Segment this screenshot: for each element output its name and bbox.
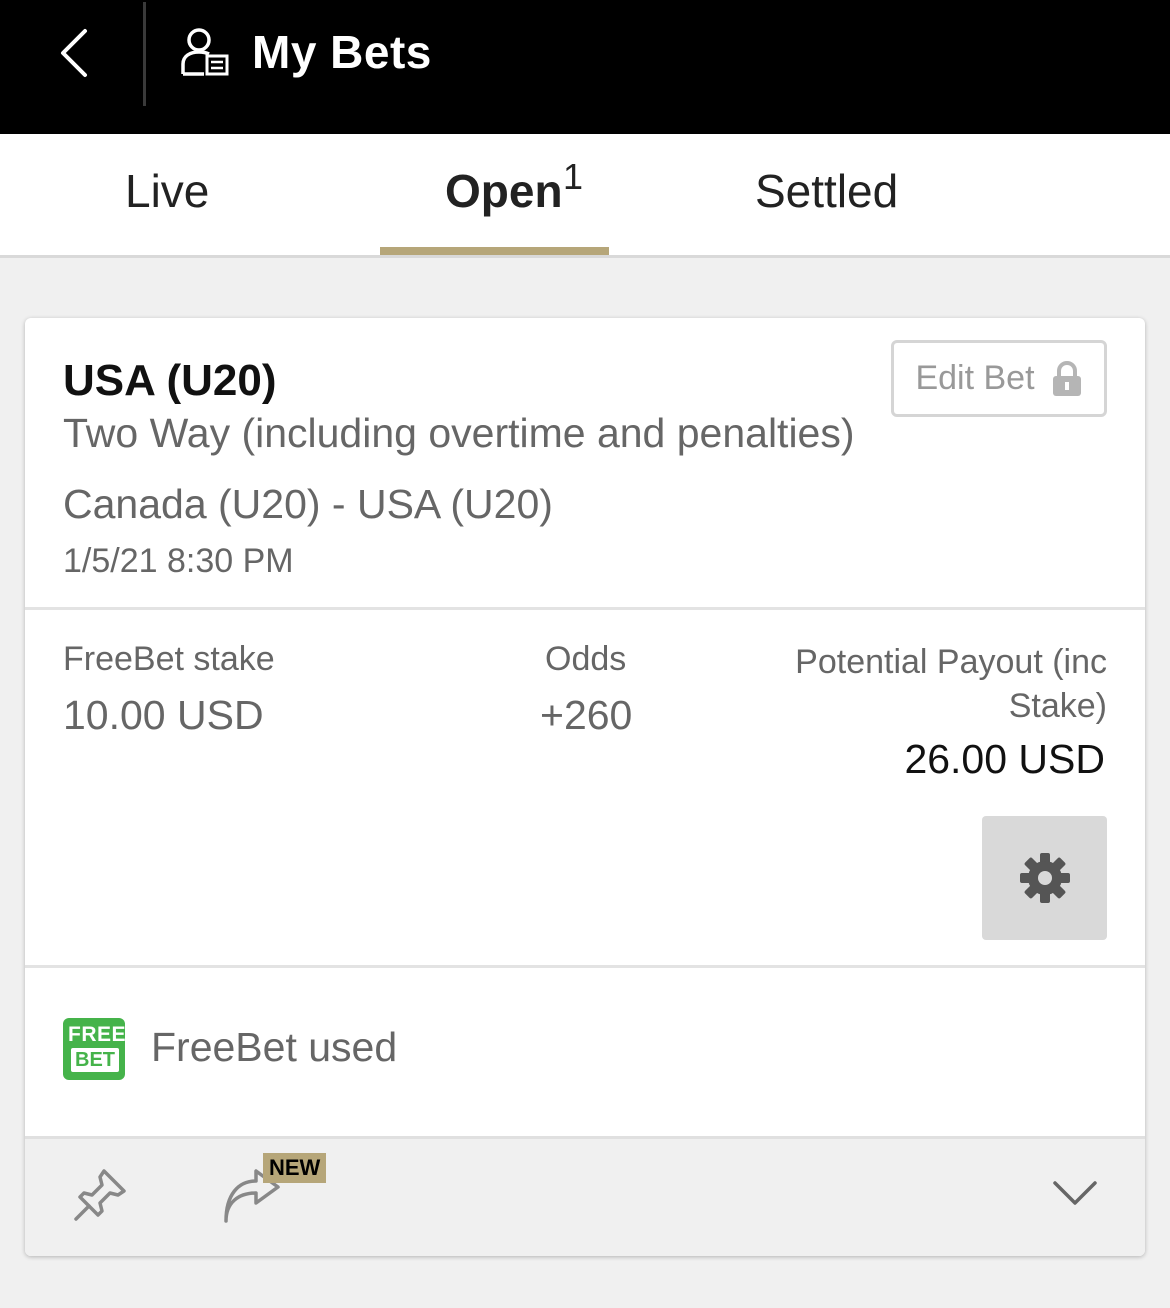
bet-card-footer: NEW — [25, 1136, 1145, 1256]
gear-icon — [1019, 853, 1070, 903]
payout-label: Potential Payout (inc Stake) — [795, 643, 1107, 725]
tab-open[interactable]: Open 1 — [445, 156, 583, 218]
page-title: My Bets — [252, 26, 432, 78]
user-bets-icon — [181, 28, 229, 76]
edit-bet-label: Edit Bet — [915, 359, 1035, 397]
pin-button[interactable] — [70, 1165, 130, 1225]
edit-bet-button[interactable]: Edit Bet — [891, 340, 1107, 417]
freebet-icon-bottom: BET — [71, 1048, 119, 1072]
stake-value: 10.00 USD — [63, 692, 264, 738]
chevron-down-icon — [1053, 1181, 1097, 1205]
selection-name: USA (U20) — [63, 356, 277, 405]
header-title-group: My Bets — [180, 22, 432, 82]
divider — [25, 607, 1145, 610]
payout-value: 26.00 USD — [904, 736, 1105, 782]
freebet-icon: FREE BET — [63, 1018, 127, 1080]
top-bar: My Bets — [0, 0, 1170, 134]
back-button[interactable] — [40, 18, 110, 88]
odds-value: +260 — [540, 692, 633, 738]
divider — [25, 965, 1145, 968]
expand-button[interactable] — [1045, 1169, 1105, 1219]
pin-icon — [74, 1169, 126, 1221]
header-divider — [143, 2, 146, 106]
chevron-left-icon — [61, 29, 87, 77]
event-datetime: 1/5/21 8:30 PM — [63, 542, 294, 580]
bet-card: USA (U20) Two Way (including overtime an… — [25, 318, 1145, 1256]
active-tab-indicator — [380, 247, 609, 255]
freebet-icon-top: FREE — [68, 1023, 127, 1046]
tab-open-count: 1 — [563, 156, 584, 197]
odds-label: Odds — [545, 640, 627, 678]
lock-icon — [1052, 360, 1081, 396]
tab-open-label: Open — [445, 165, 563, 217]
stake-label: FreeBet stake — [63, 640, 275, 678]
event-name: Canada (U20) - USA (U20) — [63, 481, 553, 527]
market-name: Two Way (including overtime and penaltie… — [63, 410, 855, 456]
tab-settled[interactable]: Settled — [755, 164, 898, 218]
tab-live[interactable]: Live — [125, 164, 209, 218]
bet-tabs: Live Open 1 Settled — [0, 134, 1170, 258]
new-badge: NEW — [263, 1153, 327, 1183]
freebet-used-text: FreeBet used — [151, 1024, 398, 1070]
bet-settings-button[interactable] — [982, 816, 1107, 940]
